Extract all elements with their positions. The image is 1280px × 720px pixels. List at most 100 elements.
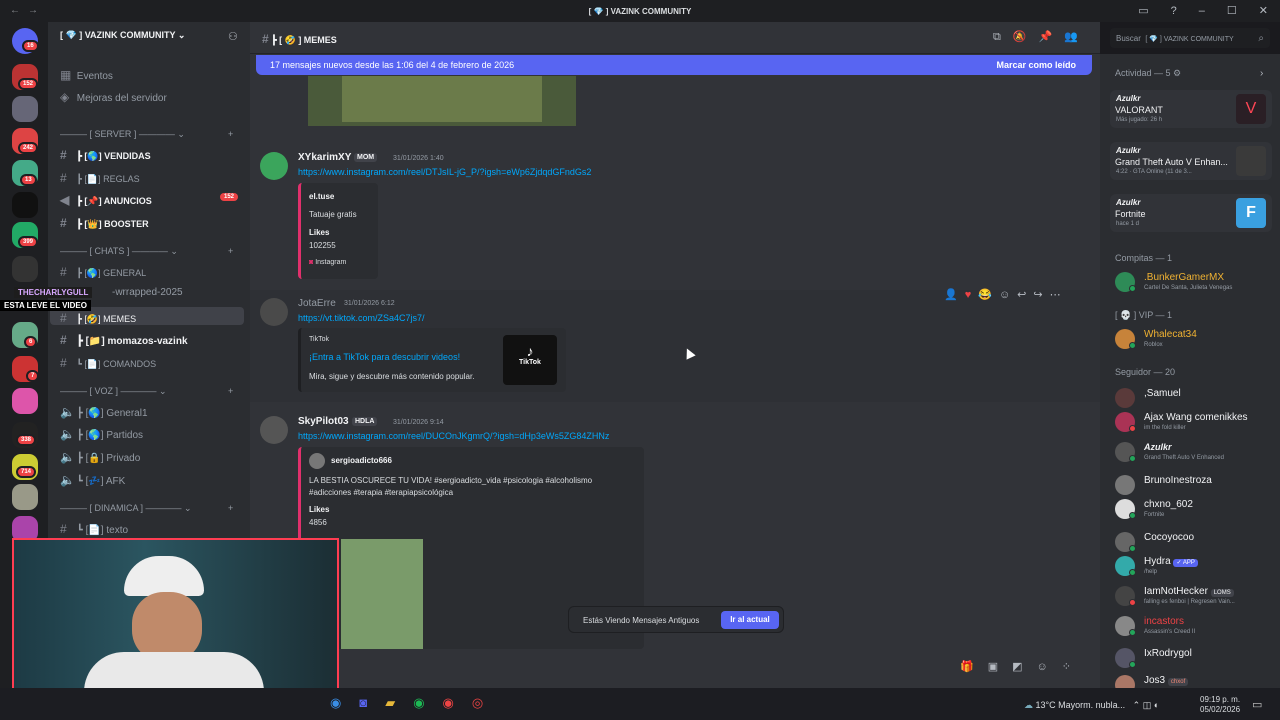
voice-afk[interactable]: 🔈 ┗ [💤] AFK [60,473,125,487]
help-icon: ? [1170,5,1177,17]
channel-reglas[interactable]: # ┣ [📄] REGLAS [60,171,140,185]
channel-general[interactable]: # ┣ [🌎] GENERAL [60,265,146,279]
close-icon: ✕ [1258,5,1268,17]
member-item[interactable]: Cocoyocoo [1115,530,1275,554]
add-member-icon[interactable]: ⚇ [228,30,238,43]
server-icon[interactable] [12,256,38,282]
header-icons[interactable]: ⧉🔕📌👥 [993,30,1090,44]
member-group-header: [ 💀 ] VIP — 1 [1115,310,1173,320]
mark-read-button[interactable]: Marcar como leído [996,60,1076,70]
guild-tag[interactable]: MOM [354,153,378,162]
members-icon: 👥 [1064,31,1090,43]
boosts-item[interactable]: ◈ Mejoras del servidor [60,90,167,104]
channel-texto[interactable]: # ┗ [📄] texto [60,522,128,536]
search-box[interactable]: Buscar [ 💎 ] VAZINK COMMUNITY ⌕ [1110,28,1270,48]
category-voz[interactable]: ——— [ VOZ ] ———— ⌄ + [60,386,233,397]
channel-anuncios[interactable]: ◀ ┣ [📌] ANUNCIOS 152 [60,193,239,207]
tiktok-embed: TikTok ¡Entra a TikTok para descubrir vi… [298,328,566,392]
speaker-icon: 🔈 [60,427,75,441]
server-icon[interactable] [12,96,38,122]
embed-author[interactable]: sergioadicto666 [331,456,392,465]
username[interactable]: JotaErre [298,298,336,309]
category-chats[interactable]: ——— [ CHATS ] ———— ⌄ + [60,246,233,257]
server-icon[interactable] [12,388,38,414]
channel-momazos[interactable]: # ┣ [📁] momazos-vazink [60,333,188,347]
timestamp: 31/01/2026 1:40 [393,155,444,162]
message-link[interactable]: https://www.instagram.com/reel/DUCOnJKgm… [298,431,609,441]
server-name[interactable]: [ 💎 ] VAZINK COMMUNITY ⌄ [60,30,185,41]
voice-general1[interactable]: 🔈 ┣ [🌎] General1 [60,405,148,419]
channel-header: # ┣ [ 🤣 ] MEMES ⧉🔕📌👥 [250,22,1100,54]
activity-card[interactable]: Azulkr VALORANT Más jugado: 26 h V [1110,90,1272,128]
voice-privado[interactable]: 🔈 ┣ [🔒] Privado [60,450,140,464]
embed-field-name: Likes [309,505,330,514]
member-item[interactable]: Ajax Wang comenikkes im the fold killer [1115,410,1275,434]
notification-icon[interactable]: ▭ [1252,698,1262,711]
activity-card[interactable]: Azulkr Grand Theft Auto V Enhan... 4:22 … [1110,142,1272,180]
channel-comandos[interactable]: # ┗ [📄] COMANDOS [60,356,156,370]
channel-booster[interactable]: # ┣ [👑] BOOSTER [60,216,149,230]
embed-image[interactable] [308,76,576,126]
tiktok-thumbnail[interactable]: ♪ TikTok [503,335,557,385]
category-server[interactable]: ——— [ SERVER ] ———— ⌄ + [60,129,233,140]
channel-vendidas[interactable]: # ┣ [🌎] VENDIDAS [60,148,151,162]
laugh-icon: 😂 [978,289,999,301]
voice-partidos[interactable]: 🔈 ┣ [🌎] Partidos [60,427,143,441]
window-controls[interactable]: ▭? – ☐ ✕ [1116,4,1268,17]
member-item[interactable]: BrunoInestroza [1115,473,1275,497]
taskbar-apps[interactable]: ◉◙▰◉◉◎ [330,695,501,711]
avatar[interactable] [260,416,288,444]
member-item[interactable]: Hydra ✓ APP/help [1115,554,1275,578]
weather[interactable]: ☁ 13°C Mayorm. nubla... ⌃ ◫ ◐ [1024,700,1159,711]
rail-badge: 338 [16,434,37,446]
chevron-right-icon[interactable]: › [1260,68,1263,79]
activity-card[interactable]: Azulkr Fortnite hace 1 d F [1110,194,1272,232]
message-link[interactable]: https://vt.tiktok.com/ZSa4C7js7/ [298,313,425,323]
guild-tag: LOMS [1210,589,1234,597]
member-item[interactable]: .BunkerGamerMX Cartel De Santa, Julieta … [1115,270,1275,294]
tiktok-server-icon[interactable] [12,192,38,218]
avatar [1115,388,1135,408]
timestamp: 31/01/2026 6:12 [344,300,395,307]
message-actions[interactable]: 👤♥😂☺↩↪⋯ [944,288,1068,301]
old-messages-text: Estás Viendo Mensajes Antiguos [583,616,700,625]
embed-author[interactable]: el.tuse [309,192,334,201]
avatar[interactable] [260,152,288,180]
app-icon: ◎ [471,695,502,710]
member-item[interactable]: chxno_602 Fortnite [1115,497,1275,521]
channel-title: [ 🤣 ] MEMES [279,35,337,45]
channel-memes[interactable]: # ┣ [🤣] MEMES [60,311,136,325]
jump-present-button[interactable]: Ir al actual [721,611,779,629]
category-dinamica[interactable]: ——— [ DINAMICA ] ———— ⌄ + [60,503,233,514]
embed-description: Mira, sigue y descubre más contenido pop… [309,372,475,381]
guild-tag[interactable]: HDLA [352,417,378,426]
member-item[interactable]: IamNotHecker LOMS falling es fenboi | Reg… [1115,584,1275,608]
activity-game: Grand Theft Auto V Enhan... [1115,157,1228,167]
rail-badge: 16 [22,40,39,52]
embed-image[interactable] [341,539,423,649]
member-item[interactable]: incastors Assassin's Creed II [1115,614,1275,638]
username[interactable]: SkyPilot03 [298,416,349,427]
server-icon[interactable] [12,484,38,510]
channel-wrapped[interactable]: -wrrapped-2025 [112,287,183,298]
member-item[interactable]: Whalecat34 Roblox [1115,327,1275,351]
activity-detail: hace 1 d [1116,221,1140,227]
rail-badge: 7 [26,370,40,382]
activity-detail: 4:22 · GTA Online (11 de 3... [1116,169,1192,175]
avatar[interactable] [260,298,288,326]
activity-header: Actividad — 5 ⚙ [1115,68,1182,78]
events-item[interactable]: ▦ Eventos [60,68,113,82]
new-messages-bar[interactable]: 17 mensajes nuevos desde las 1:06 del 4 … [256,55,1092,75]
member-group-header: Compitas — 1 [1115,253,1173,263]
member-item[interactable]: IxRodrygol [1115,646,1275,670]
member-item[interactable]: ,Samuel [1115,386,1275,410]
member-item[interactable]: Azulkr Grand Theft Auto V Enhanced [1115,440,1275,464]
composer-icons[interactable]: 🎁▣◩☺⁘ [960,660,1085,673]
username[interactable]: XYkarimXY [298,152,351,163]
clock[interactable]: 09:19 p. m. 05/02/2026 [1200,695,1240,715]
message-link[interactable]: https://www.instagram.com/reel/DTJsIL-jG… [298,167,591,177]
embed-field-name: Likes [309,228,330,237]
embed-title[interactable]: ¡Entra a TikTok para descubrir videos! [309,352,460,362]
activity-user: Azulkr [1116,94,1141,103]
spotify-icon: ◉ [413,695,443,710]
